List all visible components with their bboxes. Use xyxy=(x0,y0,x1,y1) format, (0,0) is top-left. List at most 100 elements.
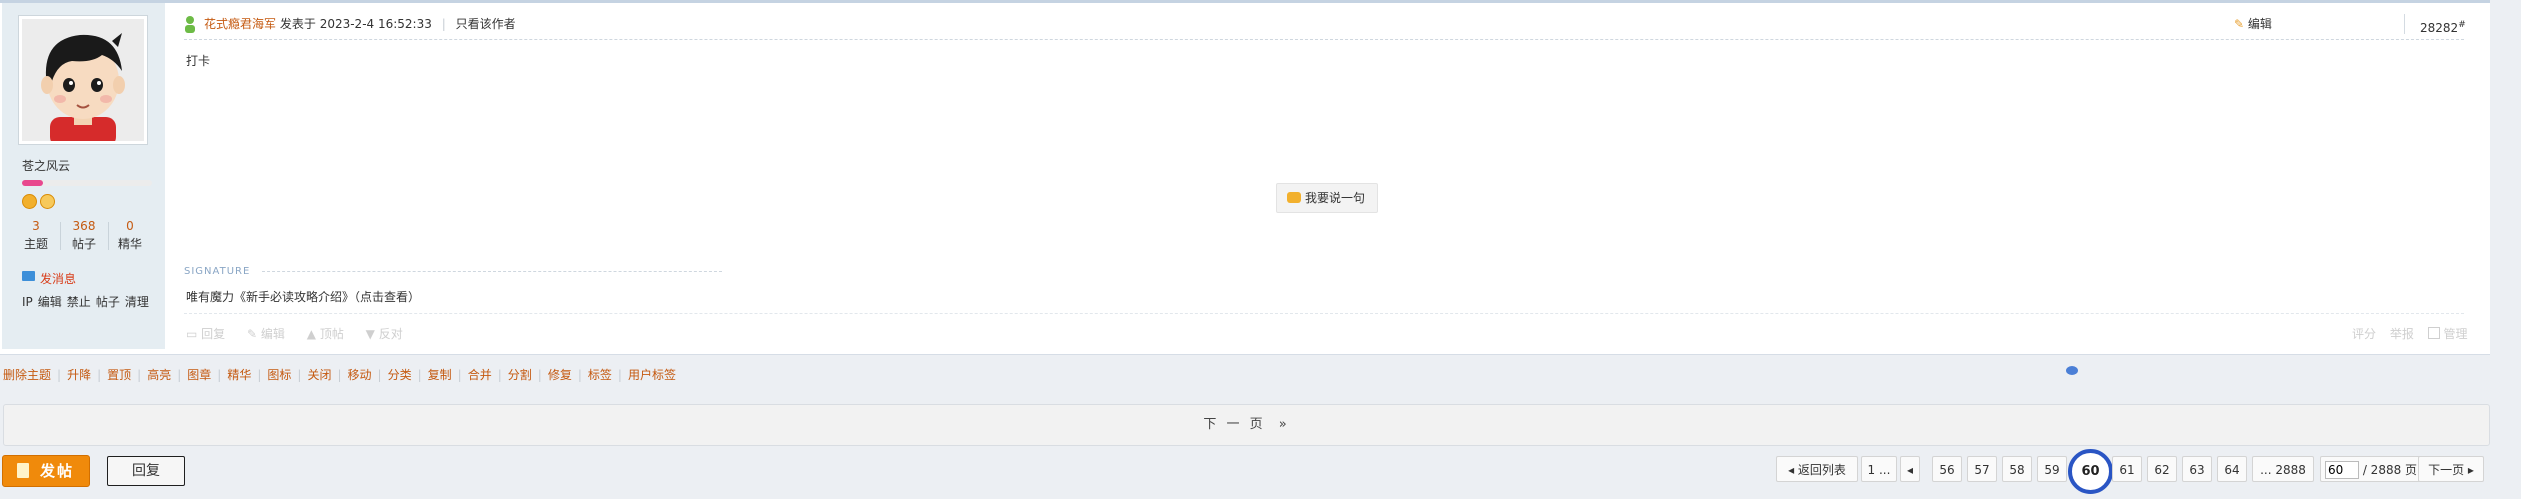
mail-icon xyxy=(22,271,35,281)
posted-prefix: 发表于 xyxy=(279,17,316,31)
comment-label: 我要说一句 xyxy=(1305,191,1366,205)
divider xyxy=(184,39,2464,40)
divider: | xyxy=(297,368,302,382)
edit-user-link[interactable]: 编辑 xyxy=(38,295,62,309)
author-link[interactable]: 花式瘾君海军 xyxy=(204,17,276,31)
ip-link[interactable]: IP xyxy=(22,295,33,309)
mod-action[interactable]: 修复 xyxy=(548,368,572,382)
divider: | xyxy=(617,368,622,382)
eye-icon[interactable] xyxy=(2066,366,2078,375)
mod-action[interactable]: 合并 xyxy=(468,368,492,382)
divider: | xyxy=(441,17,446,31)
mod-action[interactable]: 分割 xyxy=(508,368,532,382)
username[interactable]: 苍之风云 xyxy=(22,157,70,174)
post-actions: ▭ 回复 ✎ 编辑 ▲ 顶帖 ▼ 反对 xyxy=(186,325,403,342)
reply-action[interactable]: 回复 xyxy=(201,327,225,341)
medal-moon-icon xyxy=(40,194,55,209)
floor-mark: # xyxy=(2458,20,2466,30)
reply-button[interactable]: 回复 xyxy=(107,456,185,486)
divider: | xyxy=(377,368,382,382)
page-56[interactable]: 56 xyxy=(1932,456,1962,482)
stat-digest[interactable]: 0 精华 xyxy=(108,217,152,253)
page-total: / 2888 页 xyxy=(2362,463,2418,477)
divider: | xyxy=(257,368,262,382)
page-current[interactable]: 60 xyxy=(2068,449,2113,494)
manage-checkbox[interactable] xyxy=(2427,327,2440,339)
cleanup-link[interactable]: 清理 xyxy=(125,295,149,309)
user-posts-link[interactable]: 帖子 xyxy=(96,295,120,309)
mod-action[interactable]: 删除主题 xyxy=(3,368,51,382)
post-content: 打卡 xyxy=(186,54,211,68)
stat-threads[interactable]: 3 主题 xyxy=(14,217,58,253)
prev-page-button[interactable]: ◂ xyxy=(1900,456,1920,482)
caret-right-icon: ▸ xyxy=(2467,463,2474,477)
mod-action[interactable]: 关闭 xyxy=(307,368,331,382)
report-action[interactable]: 举报 xyxy=(2390,327,2414,341)
divider: | xyxy=(177,368,182,382)
edit-action[interactable]: 编辑 xyxy=(261,327,285,341)
back-to-list-button[interactable]: ◂ 返回列表 xyxy=(1776,456,1858,482)
mod-action[interactable]: 升降 xyxy=(67,368,91,382)
mod-action[interactable]: 精华 xyxy=(227,368,251,382)
page-jump-input[interactable] xyxy=(2325,461,2359,479)
stat-label: 主题 xyxy=(23,237,48,251)
divider: | xyxy=(457,368,462,382)
divider xyxy=(184,313,2464,314)
post-right-actions: 评分 举报 管理 xyxy=(2352,325,2468,342)
page-57[interactable]: 57 xyxy=(1967,456,1997,482)
page-58[interactable]: 58 xyxy=(2002,456,2032,482)
page-61[interactable]: 61 xyxy=(2112,456,2142,482)
document-icon xyxy=(17,463,29,478)
next-page-label: 下 一 页 xyxy=(1203,417,1266,432)
page-63[interactable]: 63 xyxy=(2182,456,2212,482)
stat-label: 帖子 xyxy=(71,237,96,251)
divider: | xyxy=(577,368,582,382)
mod-action[interactable]: 用户标签 xyxy=(628,368,676,382)
mod-action[interactable]: 复制 xyxy=(428,368,452,382)
next-page-bar[interactable]: 下 一 页 » xyxy=(3,404,2490,446)
divider: | xyxy=(57,368,62,382)
mod-action[interactable]: 高亮 xyxy=(147,368,171,382)
support-action[interactable]: 顶帖 xyxy=(320,327,344,341)
signature-text[interactable]: 唯有魔力《新手必读攻略介绍》（点击查看） xyxy=(186,288,420,305)
avatar[interactable] xyxy=(18,15,148,145)
thumb-down-icon: ▼ xyxy=(365,327,375,341)
page-first[interactable]: 1 ... xyxy=(1861,456,1897,482)
ban-link[interactable]: 禁止 xyxy=(67,295,91,309)
admin-links: IP 编辑 禁止 帖子 清理 xyxy=(22,293,154,310)
page-59[interactable]: 59 xyxy=(2037,456,2067,482)
divider: | xyxy=(97,368,102,382)
floor-number[interactable]: 28282# xyxy=(2404,14,2466,35)
mod-action[interactable]: 移动 xyxy=(348,368,372,382)
page-64[interactable]: 64 xyxy=(2217,456,2247,482)
medal-sun-icon xyxy=(22,194,37,209)
back-to-list-label: 返回列表 xyxy=(1797,463,1846,477)
oppose-action[interactable]: 反对 xyxy=(379,327,403,341)
level-progress-bar xyxy=(22,180,152,186)
mod-action[interactable]: 图标 xyxy=(267,368,291,382)
signature-label: SIGNATURE xyxy=(184,266,251,277)
only-author-link[interactable]: 只看该作者 xyxy=(456,17,516,31)
manage-action[interactable]: 管理 xyxy=(2444,327,2468,341)
edit-post-link[interactable]: ✎ 编辑 xyxy=(2234,14,2272,34)
stat-value: 0 xyxy=(126,219,134,233)
rate-action[interactable]: 评分 xyxy=(2352,327,2376,341)
comment-button[interactable]: 我要说一句 xyxy=(1276,183,1378,213)
send-message-link[interactable]: 发消息 xyxy=(40,270,76,287)
divider: | xyxy=(217,368,222,382)
mod-action[interactable]: 标签 xyxy=(588,368,612,382)
divider: | xyxy=(537,368,542,382)
edit-label: 编辑 xyxy=(2247,17,2272,31)
mod-action[interactable]: 图章 xyxy=(187,368,211,382)
next-arrow: » xyxy=(1278,417,1290,432)
next-page-button[interactable]: 下一页 ▸ xyxy=(2418,456,2484,482)
page-last[interactable]: ... 2888 xyxy=(2252,456,2314,482)
mod-action[interactable]: 置顶 xyxy=(107,368,131,382)
mod-action[interactable]: 分类 xyxy=(388,368,412,382)
stat-posts[interactable]: 368 帖子 xyxy=(62,217,106,253)
divider: | xyxy=(417,368,422,382)
page-62[interactable]: 62 xyxy=(2147,456,2177,482)
caret-left-icon: ◂ xyxy=(1788,463,1795,477)
online-user-icon xyxy=(184,15,196,33)
new-post-button[interactable]: 发帖 xyxy=(2,455,90,487)
